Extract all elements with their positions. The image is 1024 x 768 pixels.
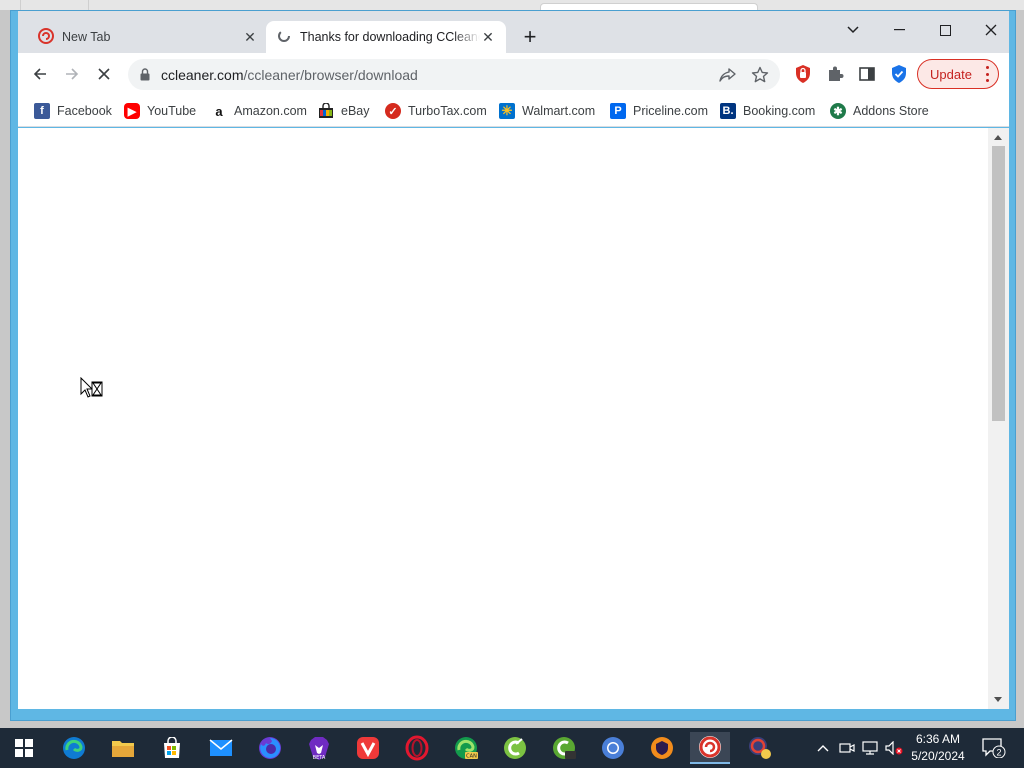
clock-date: 5/20/2024 — [911, 749, 965, 763]
volume-muted-icon[interactable] — [884, 738, 904, 758]
turbotax-icon: ✓ — [385, 103, 401, 119]
amazon-icon: a — [211, 103, 227, 119]
address-bar[interactable]: ccleaner.com/ccleaner/browser/download — [128, 59, 780, 90]
new-tab-button[interactable]: + — [518, 24, 542, 49]
booking-icon: B. — [720, 103, 736, 119]
svg-text:CAN: CAN — [466, 754, 477, 760]
show-hidden-icons-chevron-icon[interactable] — [814, 738, 832, 758]
url-domain: ccleaner.com — [161, 67, 244, 83]
bookmark-label: Priceline.com — [633, 104, 709, 118]
bookmark-booking[interactable]: B. Booking.com — [720, 101, 815, 121]
menu-kebab-icon[interactable] — [986, 66, 990, 82]
ebay-icon — [318, 103, 334, 119]
bookmark-label: Facebook — [57, 104, 112, 118]
brave-beta-icon[interactable]: BETA — [299, 732, 339, 764]
browser-window: New Tab ✕ Thanks for downloading CCleane… — [10, 10, 1016, 721]
stop-loading-button[interactable] — [92, 62, 116, 86]
ccleaner-browser-alt-icon[interactable] — [740, 732, 780, 764]
ccleaner-browser-icon — [38, 27, 54, 47]
bookmark-youtube[interactable]: ▶ YouTube — [124, 101, 196, 121]
file-explorer-icon[interactable] — [103, 732, 143, 764]
bookmark-ebay[interactable]: eBay — [318, 101, 370, 121]
tab-title: Thanks for downloading CCleaner — [300, 30, 480, 44]
minimize-button[interactable] — [876, 15, 922, 45]
tab-search-chevron-icon[interactable] — [830, 15, 876, 45]
url-path: /ccleaner/browser/download — [243, 67, 418, 83]
tab-strip: New Tab ✕ Thanks for downloading CCleane… — [18, 11, 1009, 53]
bookmark-label: TurboTax.com — [408, 104, 487, 118]
close-icon[interactable]: ✕ — [480, 29, 496, 45]
page-content[interactable] — [18, 128, 988, 709]
network-icon[interactable] — [861, 738, 879, 758]
bookmark-label: Walmart.com — [522, 104, 596, 118]
bookmark-priceline[interactable]: P Priceline.com — [610, 101, 708, 121]
meet-now-icon[interactable] — [838, 738, 856, 758]
action-center-button[interactable]: 2 — [982, 738, 1006, 761]
side-panel-icon[interactable] — [856, 63, 878, 85]
bookmark-amazon[interactable]: a Amazon.com — [211, 101, 307, 121]
back-button[interactable] — [28, 62, 52, 86]
maximize-button[interactable] — [922, 15, 968, 45]
bookmark-label: Addons Store — [853, 104, 929, 118]
browser-toolbar: ccleaner.com/ccleaner/browser/download U… — [18, 53, 1009, 95]
bookmark-turbotax[interactable]: ✓ TurboTax.com — [385, 101, 487, 121]
bookmark-label: YouTube — [147, 104, 197, 118]
security-extension-icon[interactable] — [792, 63, 814, 85]
facebook-icon: f — [34, 103, 50, 119]
mail-icon[interactable] — [201, 732, 241, 764]
avast-browser-icon[interactable] — [642, 732, 682, 764]
shield-check-icon[interactable] — [888, 63, 910, 85]
share-icon[interactable] — [718, 65, 738, 85]
scroll-down-arrow-icon[interactable] — [994, 697, 1002, 702]
clock-time: 6:36 AM — [915, 732, 961, 746]
background-divider — [20, 0, 21, 10]
busy-cursor-icon — [80, 376, 104, 404]
extensions-puzzle-icon[interactable] — [824, 63, 846, 85]
chromium-icon[interactable] — [593, 732, 633, 764]
svg-text:BETA: BETA — [313, 755, 326, 761]
bookmark-star-icon[interactable] — [750, 65, 770, 85]
system-clock[interactable]: 6:36 AM 5/20/2024 — [906, 731, 970, 765]
start-icon[interactable] — [4, 732, 44, 764]
priceline-icon: P — [610, 103, 626, 119]
bookmark-label: Booking.com — [743, 104, 816, 118]
update-label: Update — [930, 66, 972, 82]
bookmark-addons-store[interactable]: ✱ Addons Store — [830, 101, 929, 121]
vivaldi-icon[interactable] — [348, 732, 388, 764]
walmart-icon: ✳ — [499, 103, 515, 119]
taskbar: BETA CAN 6:36 AM 5/20/2024 2 — [0, 728, 1024, 768]
update-button[interactable]: Update — [917, 59, 999, 89]
scroll-up-arrow-icon[interactable] — [994, 135, 1002, 140]
store-icon[interactable] — [152, 732, 192, 764]
youtube-icon: ▶ — [124, 103, 140, 119]
opera-icon[interactable] — [397, 732, 437, 764]
close-window-button[interactable] — [968, 15, 1014, 45]
ccleaner-icon[interactable] — [495, 732, 535, 764]
bookmark-walmart[interactable]: ✳ Walmart.com — [499, 101, 595, 121]
tab-title: New Tab — [62, 30, 111, 44]
addons-store-icon: ✱ — [830, 103, 846, 119]
firefox-icon[interactable] — [250, 732, 290, 764]
ccleaner-green-icon[interactable] — [544, 732, 584, 764]
desktop-background-strip — [0, 0, 1024, 11]
notification-count: 2 — [996, 748, 1001, 758]
loading-favicon-icon — [276, 28, 292, 47]
tab-new-tab[interactable]: New Tab ✕ — [28, 21, 268, 53]
bookmark-label: Amazon.com — [234, 104, 307, 118]
address-url[interactable]: ccleaner.com/ccleaner/browser/download — [161, 67, 418, 83]
scrollbar-thumb[interactable] — [992, 146, 1005, 421]
edge-icon[interactable] — [54, 732, 94, 764]
bookmark-facebook[interactable]: f Facebook — [34, 101, 112, 121]
bookmark-label: eBay — [341, 104, 370, 118]
close-icon[interactable]: ✕ — [242, 29, 258, 45]
bookmarks-bar: f Facebook ▶ YouTube a Amazon.com eBay ✓… — [18, 95, 1009, 127]
ccleaner-browser-icon[interactable] — [690, 732, 730, 764]
vertical-scrollbar[interactable] — [988, 128, 1009, 709]
background-divider — [88, 0, 89, 10]
forward-button[interactable] — [60, 62, 84, 86]
lock-icon[interactable] — [140, 68, 150, 84]
edge-canary-icon[interactable]: CAN — [446, 732, 486, 764]
tab-ccleaner-download[interactable]: Thanks for downloading CCleaner ✕ — [266, 21, 506, 53]
